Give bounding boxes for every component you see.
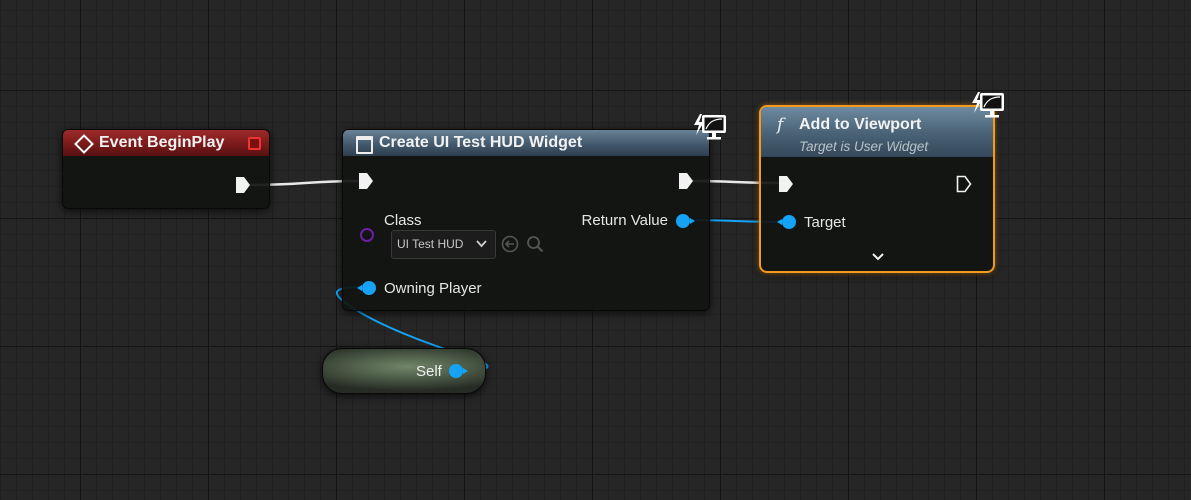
add-to-viewport-header[interactable]: f Add to Viewport Target is User Widget [761, 107, 993, 157]
class-pin-label: Class [384, 212, 422, 229]
class-dropdown-value: UI Test HUD [397, 237, 464, 251]
target-pin[interactable] [777, 215, 796, 229]
return-value-pin[interactable] [676, 214, 695, 228]
return-value-label: Return Value [581, 212, 668, 229]
owning-player-label: Owning Player [384, 280, 482, 297]
self-node[interactable]: Self [322, 348, 486, 394]
use-selected-asset-icon[interactable] [501, 235, 519, 253]
event-beginplay-header[interactable]: Event BeginPlay [63, 130, 269, 156]
event-beginplay-title: Event BeginPlay [99, 134, 225, 151]
exec-out-pin[interactable] [956, 175, 972, 193]
class-pin[interactable] [360, 228, 374, 242]
owning-player-pin[interactable] [357, 281, 376, 295]
exec-out-pin[interactable] [678, 172, 694, 190]
add-to-viewport-subtitle: Target is User Widget [799, 139, 929, 154]
self-output-pin[interactable] [449, 364, 468, 378]
browse-search-icon[interactable] [526, 235, 544, 253]
advanced-pins-chevron-icon[interactable] [872, 253, 884, 261]
class-dropdown[interactable]: UI Test HUD [391, 230, 496, 259]
delegate-pin-square[interactable] [248, 137, 261, 150]
self-node-label: Self [416, 363, 442, 380]
create-widget-title: Create UI Test HUD Widget [379, 134, 583, 151]
chevron-down-icon [476, 240, 487, 248]
create-widget-node[interactable]: Create UI Test HUD Widget Class UI Test … [342, 129, 710, 311]
event-diamond-icon [74, 134, 94, 154]
create-widget-header[interactable]: Create UI Test HUD Widget [343, 130, 709, 156]
exec-out-pin[interactable] [235, 176, 251, 194]
add-to-viewport-title: Add to Viewport [799, 116, 922, 133]
target-pin-label: Target [804, 214, 846, 231]
client-only-monitor-icon [972, 92, 1004, 118]
widget-node-icon [356, 136, 373, 154]
exec-in-pin[interactable] [778, 175, 794, 193]
function-icon: f [777, 115, 784, 135]
add-to-viewport-node[interactable]: f Add to Viewport Target is User Widget … [759, 105, 995, 273]
blueprint-graph-canvas[interactable]: Event BeginPlay Create UI Test HUD Widge… [0, 0, 1191, 500]
client-only-monitor-icon [694, 114, 726, 140]
event-beginplay-node[interactable]: Event BeginPlay [62, 129, 270, 209]
exec-in-pin[interactable] [358, 172, 374, 190]
